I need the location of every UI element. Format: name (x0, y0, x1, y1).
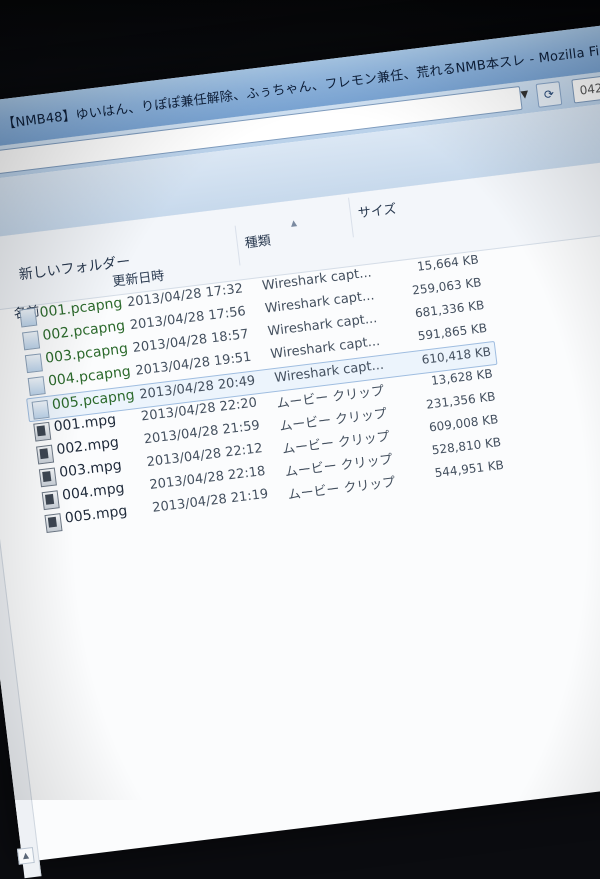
movie-file-icon (44, 513, 63, 533)
wireshark-file-icon (24, 353, 43, 374)
movie-file-icon (41, 490, 60, 511)
address-dropdown-icon[interactable]: ▼ (520, 89, 529, 101)
wireshark-file-icon (19, 307, 38, 328)
scroll-up-icon[interactable]: ▲ (16, 846, 35, 865)
explorer-window: 【NMB48】ゆいはん、りぽぽ兼任解除、ふぅちゃん、フレモン兼任、荒れるNMB本… (0, 15, 600, 879)
column-size[interactable]: サイズ (357, 198, 397, 222)
wireshark-file-icon (27, 376, 46, 396)
column-type[interactable]: 種類 (244, 230, 272, 252)
movie-file-icon (36, 444, 55, 465)
column-separator[interactable] (348, 197, 354, 238)
movie-file-icon (38, 467, 57, 488)
movie-file-icon (33, 421, 52, 442)
refresh-icon[interactable]: ⟳ (535, 81, 563, 108)
sort-ascending-icon: ▲ (290, 218, 298, 228)
column-separator[interactable] (234, 225, 241, 266)
wireshark-file-icon (31, 399, 50, 420)
wireshark-file-icon (22, 330, 41, 351)
